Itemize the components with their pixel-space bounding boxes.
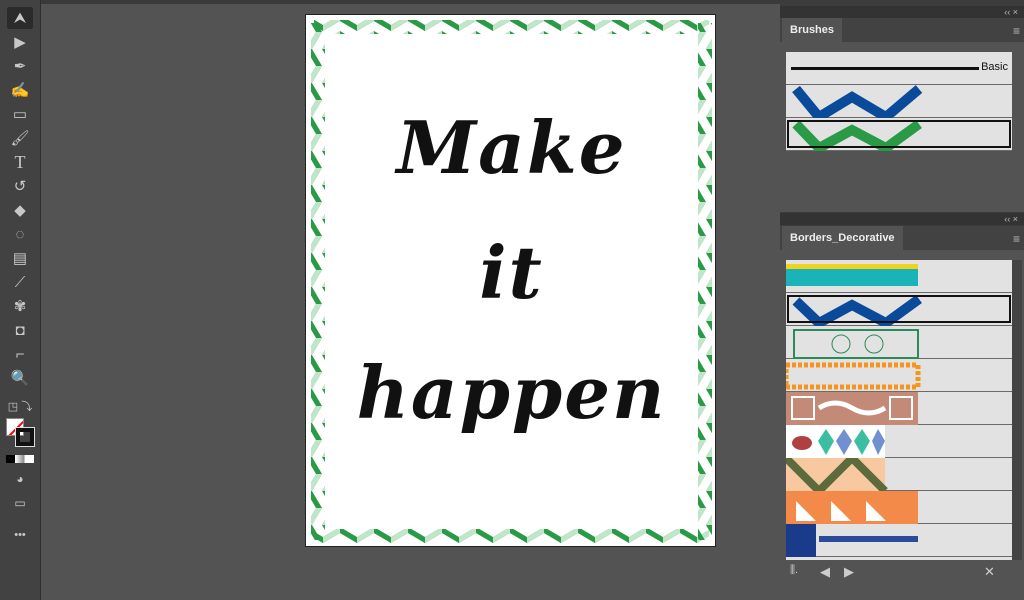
shape-builder-tool-icon[interactable]: ◌ <box>7 223 33 245</box>
gradient-tool-icon[interactable]: ▤ <box>7 247 33 269</box>
draw-mode-icon[interactable]: ◕ <box>7 468 33 490</box>
stroke-swatch[interactable] <box>15 427 35 447</box>
brush-tan-rope[interactable] <box>786 392 1012 425</box>
brush-green-ornament[interactable] <box>786 326 1012 359</box>
eraser-tool-icon[interactable]: ◆ <box>7 199 33 221</box>
brush-orange-floral[interactable] <box>786 359 1012 392</box>
blend-tool-icon[interactable]: ◘ <box>7 319 33 341</box>
brush-blue-zigzag[interactable] <box>786 85 1012 118</box>
eyedropper-tool-icon[interactable]: ⟋ <box>7 271 33 293</box>
next-library-icon[interactable]: ▶ <box>844 564 854 580</box>
color-mode-buttons[interactable] <box>6 455 34 463</box>
brush-libraries-menu-icon[interactable]: ⫼. <box>790 564 798 577</box>
brush-basic[interactable]: Basic <box>786 52 1012 85</box>
puppet-warp-tool-icon[interactable]: ✾ <box>7 295 33 317</box>
artboard: Make it happen <box>305 14 716 547</box>
brushes-panel-collapse[interactable]: ‹‹ × <box>780 6 1024 18</box>
direct-selection-tool-icon[interactable]: ▶ <box>7 31 33 53</box>
artboard-text-line: happen <box>356 350 667 435</box>
brush-orange-triangle[interactable] <box>786 491 1012 524</box>
tab-borders-decorative[interactable]: Borders_Decorative <box>782 226 903 250</box>
brushes-panel: Brushes ≡ Basic <box>780 18 1024 212</box>
panel-menu-icon[interactable]: ≡ <box>1013 24 1020 38</box>
panel-menu-icon[interactable]: ≡ <box>1013 232 1020 246</box>
type-tool-icon[interactable]: T <box>7 151 33 173</box>
artboard-tool-icon[interactable]: ⌐ <box>7 343 33 365</box>
more-tools-icon[interactable]: ••• <box>7 524 33 546</box>
brush-teal-yellow[interactable] <box>786 260 1012 293</box>
panel-bottom-bar: ⫼. ◀ ▶ ✕ <box>780 562 1024 584</box>
remove-brush-stroke-icon[interactable]: ✕ <box>984 564 995 580</box>
tools-panel: ⮝ ▶ ✒ ✍ ▭ 🖌 T ↺ ◆ ◌ ▤ ⟋ ✾ ◘ ⌐ 🔍 ◳ ⤵ ◕ ▭ … <box>0 0 41 600</box>
border-brush-list <box>786 260 1012 560</box>
rotate-tool-icon[interactable]: ↺ <box>7 175 33 197</box>
list-scrollbar[interactable] <box>1012 260 1022 560</box>
brush-olive-peach[interactable] <box>786 458 1012 491</box>
panel-dock: ‹‹ × Brushes ≡ Basic ‹‹ × Borders_Decorat… <box>780 0 1024 600</box>
curvature-tool-icon[interactable]: ✍ <box>7 79 33 101</box>
brush-green-zigzag[interactable] <box>786 118 1012 151</box>
screen-mode-icon[interactable]: ▭ <box>7 492 33 514</box>
tab-brushes[interactable]: Brushes <box>782 18 843 42</box>
brush-list: Basic <box>786 52 1012 151</box>
artboard-text-line: Make <box>396 105 627 190</box>
brush-navy-fleur[interactable] <box>786 524 1012 557</box>
zoom-tool-icon[interactable]: 🔍 <box>7 367 33 389</box>
document-tab-bar <box>41 0 780 4</box>
rectangle-tool-icon[interactable]: ▭ <box>7 103 33 125</box>
borders-decorative-panel: Borders_Decorative ≡ ⫼. ◀ ▶ ✕ <box>780 226 1024 600</box>
artboard-text-line: it <box>479 230 544 315</box>
paintbrush-tool-icon[interactable]: 🖌 <box>7 127 33 149</box>
selection-tool-icon[interactable]: ⮝ <box>7 7 33 29</box>
pen-tool-icon[interactable]: ✒ <box>7 55 33 77</box>
previous-library-icon[interactable]: ◀ <box>820 564 830 580</box>
borders-panel-collapse[interactable]: ‹‹ × <box>780 213 1024 225</box>
swap-fill-stroke-icon[interactable]: ◳ ⤵ <box>7 395 33 417</box>
brush-blue-zigzag[interactable] <box>786 293 1012 326</box>
brush-diamond-tile[interactable] <box>786 425 1012 458</box>
